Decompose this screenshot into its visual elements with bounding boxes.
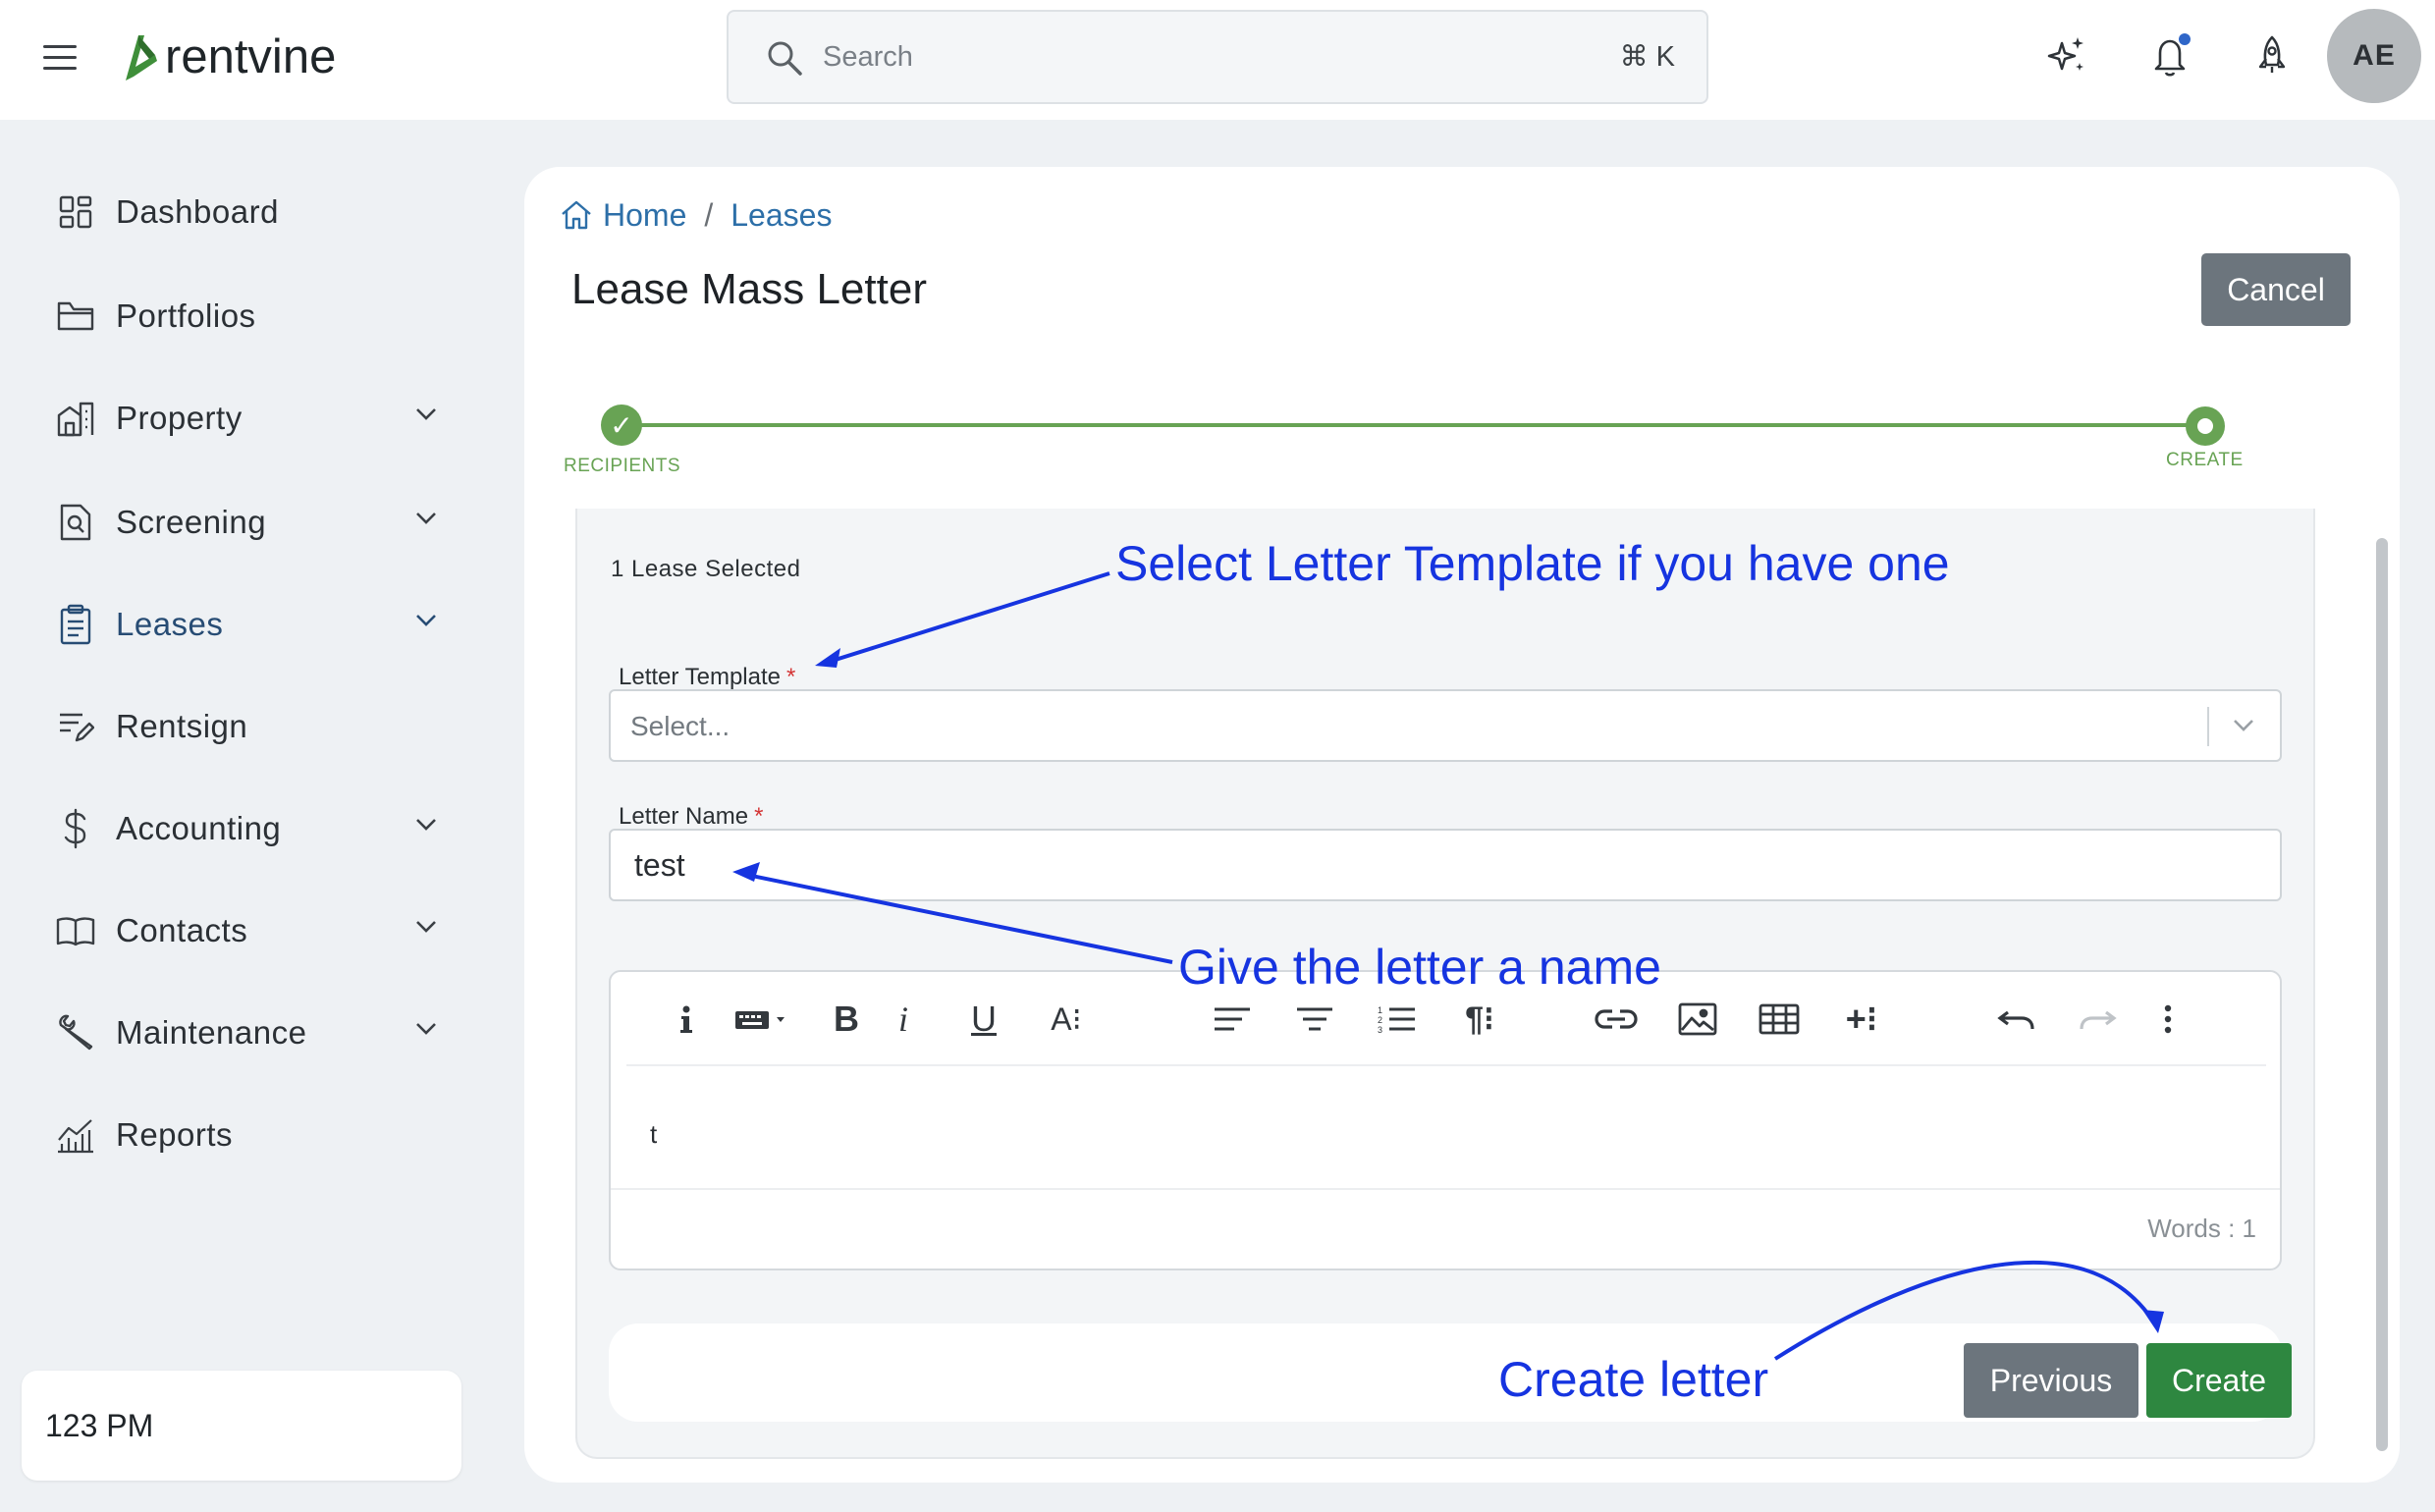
create-arrowhead [2142,1310,2164,1333]
template-arrow [822,571,1110,666]
name-arrow [741,872,1173,964]
create-annotation: Create letter [1498,1352,1769,1407]
create-arrow [1773,1260,2158,1361]
name-annotation: Give the letter a name [1178,940,1661,995]
template-arrowhead [815,648,840,668]
annotation-arrows [732,571,2164,1361]
template-annotation: Select Letter Template if you have one [1115,536,1950,591]
name-arrowhead [732,862,760,882]
